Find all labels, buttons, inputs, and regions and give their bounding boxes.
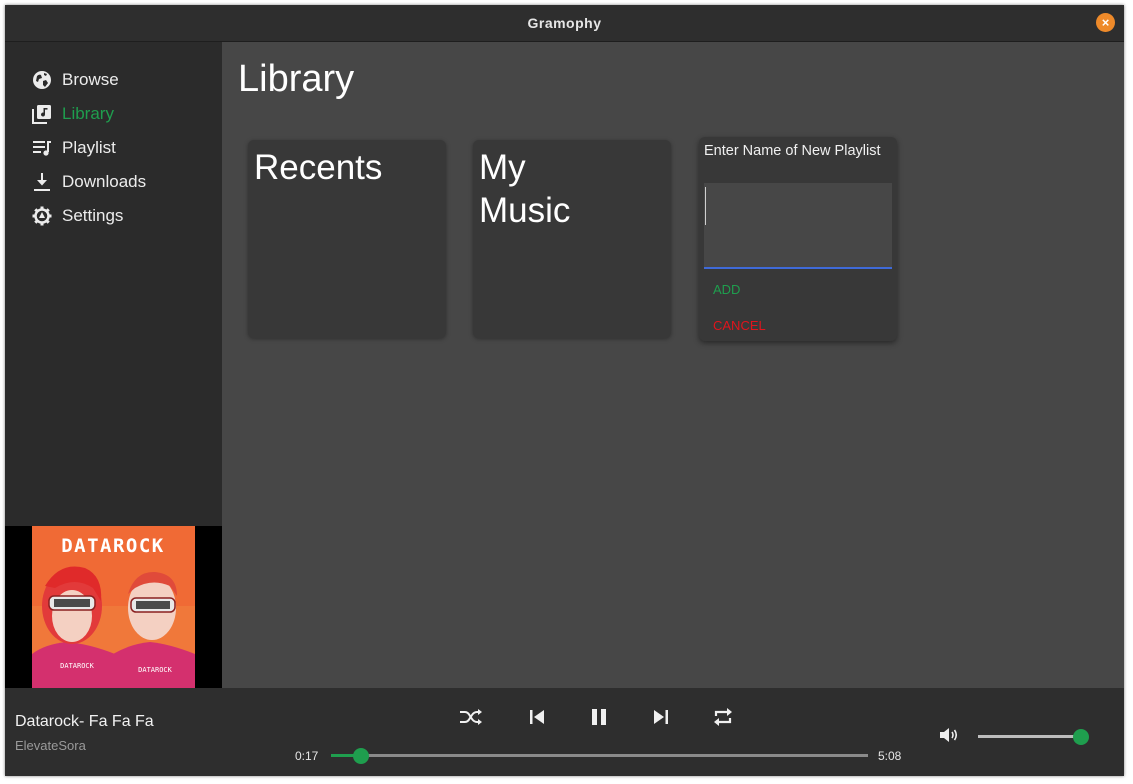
next-icon xyxy=(652,709,670,730)
album-art-title: DATAROCK xyxy=(61,535,165,557)
sidebar-item-browse[interactable]: Browse xyxy=(31,67,211,93)
playlist-name-input[interactable] xyxy=(704,183,892,269)
repeat-icon xyxy=(712,706,734,733)
globe-icon xyxy=(31,69,53,91)
playlist-icon xyxy=(31,137,53,159)
sidebar-item-label: Settings xyxy=(62,206,124,225)
download-icon xyxy=(31,171,53,193)
album-art: DATAROCK DATAROCK DATAROCK xyxy=(5,526,222,688)
seek-handle[interactable] xyxy=(352,747,369,764)
sidebar-item-library[interactable]: Library xyxy=(31,101,211,127)
sidebar-item-label: Library xyxy=(62,104,114,123)
my-music-card[interactable]: My Music xyxy=(473,140,671,338)
close-button[interactable]: × xyxy=(1096,13,1115,32)
sidebar-item-playlist[interactable]: Playlist xyxy=(31,135,211,161)
volume-handle[interactable] xyxy=(1073,728,1089,745)
sidebar-item-downloads[interactable]: Downloads xyxy=(31,169,211,195)
close-icon: × xyxy=(1101,15,1110,30)
track-artist: ElevateSora xyxy=(15,738,86,753)
dialog-title: Enter Name of New Playlist xyxy=(704,143,881,159)
volume-slider[interactable] xyxy=(978,728,1089,745)
title-bar: Gramophy × xyxy=(5,5,1124,42)
pause-button[interactable] xyxy=(585,706,613,732)
text-caret xyxy=(705,187,706,225)
player-bar: Datarock- Fa Fa Fa ElevateSora 0:17 5:08 xyxy=(5,688,1124,776)
new-playlist-dialog: Enter Name of New Playlist ADD CANCEL xyxy=(699,137,897,341)
sidebar: Browse Library Playlist Downloads Settin… xyxy=(5,42,222,688)
seek-bar[interactable] xyxy=(331,747,868,764)
pause-icon xyxy=(590,708,608,731)
total-duration: 5:08 xyxy=(878,749,902,763)
sidebar-item-label: Browse xyxy=(62,70,119,89)
card-title: Recents xyxy=(254,148,383,187)
main-content: Library Recents My Music Enter Name of N… xyxy=(222,42,1124,688)
window-title: Gramophy xyxy=(527,15,602,31)
sidebar-item-label: Downloads xyxy=(62,172,147,191)
add-button[interactable]: ADD xyxy=(713,282,740,297)
previous-icon xyxy=(528,709,546,730)
next-button[interactable] xyxy=(647,706,675,732)
elapsed-time: 0:17 xyxy=(295,749,319,763)
shuffle-button[interactable] xyxy=(457,706,485,732)
track-title: Datarock- Fa Fa Fa xyxy=(15,713,154,730)
repeat-button[interactable] xyxy=(709,706,737,732)
recents-card[interactable]: Recents xyxy=(248,140,446,338)
library-music-icon xyxy=(31,103,53,125)
previous-button[interactable] xyxy=(523,706,551,732)
gear-icon xyxy=(31,205,53,227)
album-art-shirt-left: DATAROCK xyxy=(60,662,95,670)
app-window: Gramophy × Browse Library Playlist Downl… xyxy=(5,5,1124,776)
volume-button[interactable] xyxy=(938,727,960,747)
volume-icon xyxy=(939,727,959,748)
shuffle-icon xyxy=(459,708,483,731)
page-title: Library xyxy=(238,58,355,100)
sidebar-item-settings[interactable]: Settings xyxy=(31,203,211,229)
album-art-shirt-right: DATAROCK xyxy=(138,666,173,674)
cancel-button[interactable]: CANCEL xyxy=(713,318,766,333)
sidebar-item-label: Playlist xyxy=(62,138,116,157)
card-title: My Music xyxy=(479,148,571,230)
